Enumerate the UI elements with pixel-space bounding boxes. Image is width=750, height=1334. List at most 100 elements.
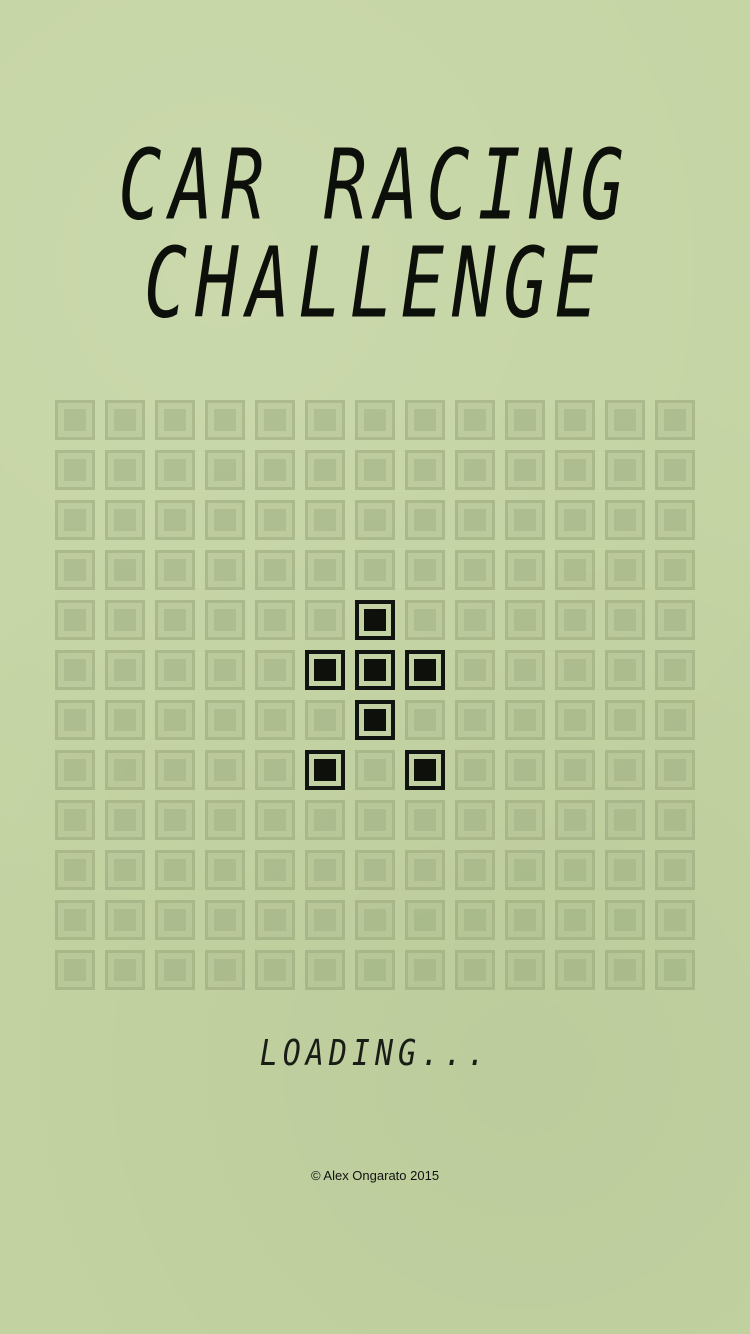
lcd-cell: [55, 750, 95, 790]
lcd-cell-lit: [355, 600, 395, 640]
lcd-cell: [555, 700, 595, 740]
lcd-cell: [355, 800, 395, 840]
lcd-cell: [655, 500, 695, 540]
lcd-cell: [255, 900, 295, 940]
lcd-cell: [155, 750, 195, 790]
lcd-cell: [55, 900, 95, 940]
lcd-cell: [205, 900, 245, 940]
lcd-cell: [505, 500, 545, 540]
lcd-cell: [155, 900, 195, 940]
lcd-cell: [655, 450, 695, 490]
lcd-cell: [605, 500, 645, 540]
lcd-cell: [155, 600, 195, 640]
lcd-cell: [655, 750, 695, 790]
lcd-cell: [205, 750, 245, 790]
lcd-cell: [505, 600, 545, 640]
lcd-cell: [555, 750, 595, 790]
lcd-cell: [155, 850, 195, 890]
lcd-cell: [155, 700, 195, 740]
lcd-cell: [355, 850, 395, 890]
lcd-cell: [255, 400, 295, 440]
lcd-cell: [405, 700, 445, 740]
lcd-cell: [305, 950, 345, 990]
lcd-cell: [205, 600, 245, 640]
lcd-cell: [655, 400, 695, 440]
lcd-cell: [405, 500, 445, 540]
lcd-cell: [455, 800, 495, 840]
lcd-cell: [455, 500, 495, 540]
lcd-cell: [255, 800, 295, 840]
lcd-cell: [605, 400, 645, 440]
lcd-cell: [105, 850, 145, 890]
lcd-cell: [155, 500, 195, 540]
lcd-cell: [405, 950, 445, 990]
lcd-cell: [555, 400, 595, 440]
lcd-cell: [205, 950, 245, 990]
lcd-cell: [605, 800, 645, 840]
lcd-cell: [355, 950, 395, 990]
lcd-cell: [555, 800, 595, 840]
lcd-cell: [205, 550, 245, 590]
lcd-cell: [655, 550, 695, 590]
game-title-line-2: CHALLENGE: [143, 226, 607, 340]
lcd-cell: [105, 400, 145, 440]
lcd-cell: [105, 750, 145, 790]
lcd-cell: [555, 900, 595, 940]
lcd-cell: [405, 800, 445, 840]
lcd-cell: [155, 650, 195, 690]
lcd-cell: [255, 650, 295, 690]
lcd-cell: [355, 400, 395, 440]
lcd-cell: [205, 450, 245, 490]
lcd-cell: [605, 650, 645, 690]
lcd-cell: [655, 700, 695, 740]
lcd-cell: [255, 500, 295, 540]
lcd-cell: [555, 950, 595, 990]
splash-screen: CAR RACING CHALLENGE LOADING... © Alex O…: [0, 0, 750, 1334]
lcd-cell: [255, 600, 295, 640]
lcd-cell: [155, 950, 195, 990]
lcd-cell: [655, 950, 695, 990]
lcd-cell: [655, 800, 695, 840]
lcd-cell-lit: [405, 750, 445, 790]
lcd-cell: [605, 600, 645, 640]
lcd-cell: [155, 400, 195, 440]
lcd-cell: [405, 400, 445, 440]
lcd-cell: [105, 800, 145, 840]
lcd-cell: [205, 700, 245, 740]
lcd-cell: [505, 400, 545, 440]
lcd-cell: [405, 550, 445, 590]
lcd-cell: [55, 800, 95, 840]
lcd-cell: [205, 400, 245, 440]
lcd-cell: [305, 700, 345, 740]
lcd-cell: [655, 650, 695, 690]
lcd-cell: [455, 700, 495, 740]
lcd-cell: [505, 850, 545, 890]
lcd-cell: [105, 950, 145, 990]
lcd-cell: [105, 650, 145, 690]
lcd-cell: [655, 900, 695, 940]
lcd-cell: [205, 500, 245, 540]
lcd-cell: [305, 500, 345, 540]
lcd-cell: [305, 850, 345, 890]
lcd-cell: [605, 950, 645, 990]
lcd-cell: [405, 850, 445, 890]
lcd-cell: [505, 550, 545, 590]
lcd-cell-lit: [405, 650, 445, 690]
lcd-cell: [55, 400, 95, 440]
lcd-cell: [305, 450, 345, 490]
lcd-cell-lit: [305, 750, 345, 790]
lcd-cell: [605, 700, 645, 740]
copyright-text: © Alex Ongarato 2015: [310, 1168, 440, 1183]
lcd-cell: [655, 600, 695, 640]
lcd-cell: [605, 450, 645, 490]
lcd-cell: [355, 500, 395, 540]
lcd-cell: [205, 850, 245, 890]
game-title-line-1: CAR RACING: [118, 128, 632, 242]
lcd-cell: [555, 850, 595, 890]
lcd-cell: [605, 550, 645, 590]
lcd-cell: [55, 850, 95, 890]
lcd-cell: [555, 450, 595, 490]
lcd-cell: [105, 450, 145, 490]
lcd-cell: [355, 900, 395, 940]
lcd-cell: [555, 650, 595, 690]
